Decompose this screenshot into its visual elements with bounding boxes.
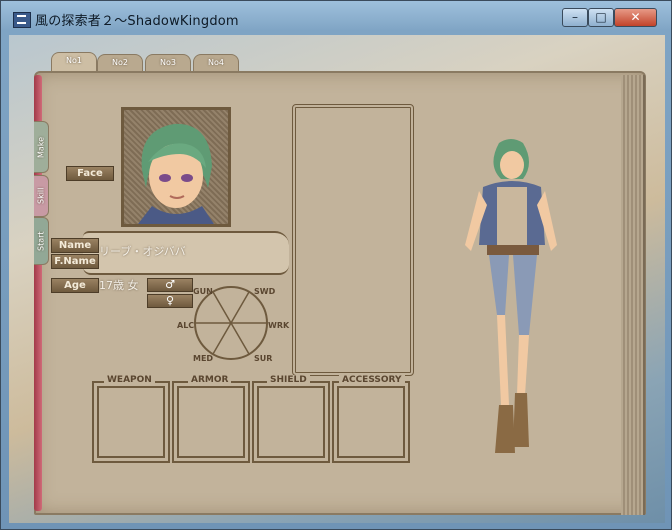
character-full-body-image [465, 139, 557, 453]
face-portrait[interactable] [121, 107, 231, 227]
stat-swd: SWD [254, 287, 276, 296]
stat-wheel [194, 286, 268, 360]
age-value: 17歳 女 [99, 279, 139, 292]
tab-no1[interactable]: No1 [51, 52, 97, 72]
weapon-label: WEAPON [104, 375, 155, 385]
armor-slot[interactable] [172, 381, 250, 463]
tab-no4[interactable]: No4 [193, 54, 239, 72]
title-bar[interactable]: 風の探索者２～ShadowKingdom – □ ✕ [1, 1, 672, 35]
face-button[interactable]: Face [66, 166, 114, 181]
weapon-slot[interactable] [92, 381, 170, 463]
stat-sur: SUR [254, 354, 273, 363]
fname-button[interactable]: F.Name [51, 254, 99, 269]
game-area: No1 No2 No3 No4 Make Skill Start Face Na… [9, 35, 665, 523]
tab-no3[interactable]: No3 [145, 54, 191, 72]
book-page-edge [621, 75, 645, 515]
stat-med: MED [193, 354, 214, 363]
male-button[interactable]: ♂ [147, 278, 193, 292]
tab-no2[interactable]: No2 [97, 54, 143, 72]
stat-gun: GUN [193, 287, 213, 296]
window-title: 風の探索者２～ShadowKingdom [35, 14, 239, 29]
accessory-label: ACCESSORY [339, 375, 405, 385]
character-face-image [138, 123, 214, 224]
accessory-slot[interactable] [332, 381, 410, 463]
side-tab-start[interactable]: Start [34, 217, 49, 265]
skill-panel [292, 104, 414, 376]
side-tab-make[interactable]: Make [34, 121, 49, 173]
maximize-button[interactable]: □ [588, 8, 614, 27]
minimize-button[interactable]: – [562, 8, 588, 27]
app-icon [13, 12, 31, 28]
shield-slot[interactable] [252, 381, 330, 463]
age-button[interactable]: Age [51, 278, 99, 293]
app-window: 風の探索者２～ShadowKingdom – □ ✕ No1 No2 No3 N… [0, 0, 672, 530]
stat-wrk: WRK [268, 321, 290, 330]
stat-alc: ALC [177, 321, 195, 330]
shield-label: SHIELD [267, 375, 310, 385]
side-tab-skill[interactable]: Skill [34, 175, 49, 217]
close-button[interactable]: ✕ [614, 8, 657, 27]
character-name: リーブ・オジババ [99, 245, 186, 258]
name-button[interactable]: Name [51, 238, 99, 253]
female-button[interactable]: ♀ [147, 294, 193, 308]
armor-label: ARMOR [188, 375, 232, 385]
